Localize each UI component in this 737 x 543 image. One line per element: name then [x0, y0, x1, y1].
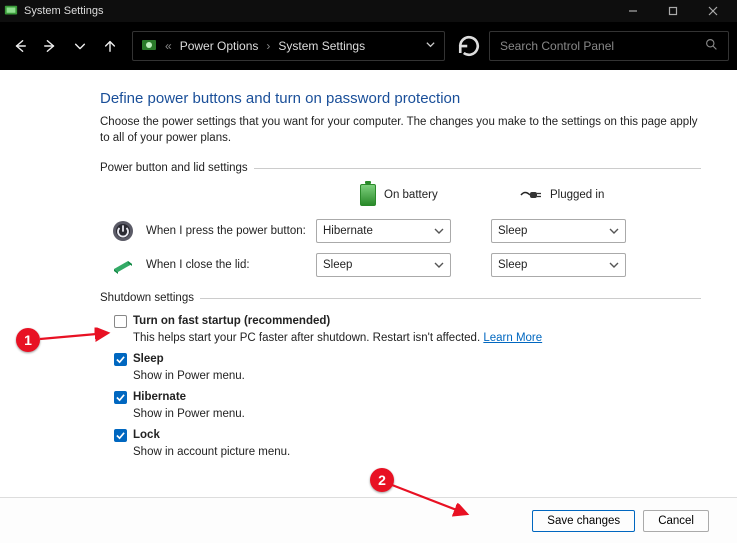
cancel-button[interactable]: Cancel [643, 510, 709, 532]
address-dropdown-icon[interactable] [425, 39, 436, 53]
dropdown-lid-battery[interactable]: Sleep [316, 253, 451, 277]
breadcrumb-item-system-settings[interactable]: System Settings [278, 39, 365, 53]
breadcrumb-prefix: « [165, 39, 172, 53]
checkbox-row-fast-startup: Turn on fast startup (recommended) This … [100, 314, 701, 346]
back-button[interactable] [8, 34, 32, 58]
page-description: Choose the power settings that you want … [100, 115, 701, 146]
app-icon [4, 4, 18, 18]
learn-more-link[interactable]: Learn More [483, 332, 542, 344]
battery-icon [360, 184, 376, 206]
sleep-title: Sleep [133, 353, 164, 365]
chevron-right-icon: › [266, 39, 270, 53]
label-lid: When I close the lid: [146, 259, 306, 271]
checkbox-fast-startup[interactable] [114, 315, 127, 328]
checkbox-row-hibernate: Hibernate Show in Power menu. [100, 390, 701, 422]
search-icon [705, 38, 718, 54]
laptop-lid-icon [110, 252, 136, 278]
control-panel-icon [141, 38, 157, 54]
hibernate-sub: Show in Power menu. [133, 407, 245, 423]
checkbox-sleep[interactable] [114, 353, 127, 366]
checkbox-hibernate[interactable] [114, 391, 127, 404]
row-lid: When I close the lid: Sleep Sleep [100, 252, 701, 278]
checkbox-row-sleep: Sleep Show in Power menu. [100, 352, 701, 384]
address-bar[interactable]: « Power Options › System Settings [132, 31, 445, 61]
titlebar: System Settings [0, 0, 737, 22]
plug-icon [520, 188, 542, 202]
checkbox-lock[interactable] [114, 429, 127, 442]
fast-startup-title: Turn on fast startup (recommended) [133, 315, 330, 327]
close-button[interactable] [693, 0, 733, 22]
refresh-button[interactable] [455, 31, 483, 61]
save-changes-button[interactable]: Save changes [532, 510, 635, 532]
hibernate-title: Hibernate [133, 391, 186, 403]
window-title: System Settings [24, 5, 103, 17]
content-area: Define power buttons and turn on passwor… [0, 70, 737, 460]
sleep-sub: Show in Power menu. [133, 369, 245, 385]
maximize-button[interactable] [653, 0, 693, 22]
dropdown-powerbtn-plugged[interactable]: Sleep [491, 219, 626, 243]
page-heading: Define power buttons and turn on passwor… [100, 90, 701, 107]
dropdown-lid-plugged[interactable]: Sleep [491, 253, 626, 277]
search-input[interactable] [500, 39, 705, 53]
breadcrumb-item-power-options[interactable]: Power Options [180, 39, 259, 53]
section-power-button-lid: Power button and lid settings [100, 162, 701, 174]
label-power-button: When I press the power button: [146, 225, 306, 237]
recent-dropdown-button[interactable] [68, 34, 92, 58]
fast-startup-sub: This helps start your PC faster after sh… [133, 332, 483, 344]
dropdown-powerbtn-battery[interactable]: Hibernate [316, 219, 451, 243]
search-box[interactable] [489, 31, 729, 61]
power-button-icon [110, 218, 136, 244]
lock-title: Lock [133, 429, 160, 441]
up-button[interactable] [98, 34, 122, 58]
checkbox-row-lock: Lock Show in account picture menu. [100, 428, 701, 460]
lock-sub: Show in account picture menu. [133, 445, 290, 461]
minimize-button[interactable] [613, 0, 653, 22]
annotation-2: 2 [370, 468, 394, 492]
footer: Save changes Cancel [0, 497, 737, 543]
column-header-plugged: Plugged in [520, 188, 660, 202]
row-power-button: When I press the power button: Hibernate… [100, 218, 701, 244]
forward-button[interactable] [38, 34, 62, 58]
column-header-battery: On battery [360, 184, 500, 206]
toolbar: « Power Options › System Settings [0, 22, 737, 70]
section-shutdown: Shutdown settings [100, 292, 701, 304]
